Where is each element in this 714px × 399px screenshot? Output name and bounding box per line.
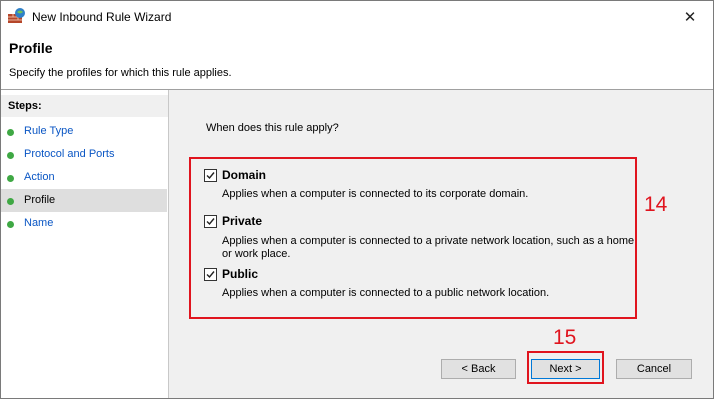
close-icon: ✕ — [683, 8, 697, 26]
cancel-button[interactable]: Cancel — [616, 359, 692, 379]
sidebar-item-profile[interactable]: Profile — [1, 189, 167, 212]
private-checkbox[interactable] — [204, 215, 217, 228]
public-checkbox[interactable] — [204, 268, 217, 281]
sidebar-item-label: Protocol and Ports — [24, 148, 115, 160]
question-label: When does this rule apply? — [206, 122, 339, 134]
option-description: Applies when a computer is connected to … — [222, 235, 635, 260]
domain-checkbox[interactable] — [204, 169, 217, 182]
sidebar-item-name[interactable]: Name — [1, 212, 167, 235]
page-title: Profile — [9, 40, 53, 56]
sidebar-item-label: Profile — [24, 194, 56, 206]
close-button[interactable]: ✕ — [667, 1, 713, 32]
main-content: When does this rule apply? Domain Applie… — [169, 90, 713, 398]
step-current-icon — [7, 198, 14, 205]
step-pending-icon — [7, 221, 14, 228]
step-complete-icon — [7, 175, 14, 182]
wizard-window: New Inbound Rule Wizard ✕ Profile Specif… — [0, 0, 714, 399]
option-title[interactable]: Private — [222, 214, 262, 228]
title-bar: New Inbound Rule Wizard ✕ — [1, 1, 713, 32]
back-button[interactable]: < Back — [441, 359, 516, 379]
annotation-step-15: 15 — [553, 326, 577, 349]
firewall-app-icon — [8, 8, 26, 24]
sidebar-item-label: Rule Type — [24, 125, 74, 137]
sidebar-item-action[interactable]: Action — [1, 166, 167, 189]
sidebar-item-rule-type[interactable]: Rule Type — [1, 120, 167, 143]
annotation-step-14: 14 — [644, 193, 668, 216]
step-complete-icon — [7, 129, 14, 136]
sidebar-item-protocol-and-ports[interactable]: Protocol and Ports — [1, 143, 167, 166]
option-description: Applies when a computer is connected to … — [222, 287, 550, 299]
next-button[interactable]: Next > — [531, 359, 600, 379]
steps-heading-bar: Steps: — [1, 95, 168, 117]
steps-heading: Steps: — [8, 100, 42, 112]
sidebar-item-label: Action — [24, 171, 55, 183]
checkmark-icon — [206, 218, 215, 226]
steps-sidebar: Steps: Rule Type Protocol and Ports Acti… — [1, 90, 169, 398]
step-complete-icon — [7, 152, 14, 159]
option-title[interactable]: Domain — [222, 168, 266, 182]
window-title: New Inbound Rule Wizard — [32, 10, 172, 24]
checkmark-icon — [206, 172, 215, 180]
option-title[interactable]: Public — [222, 267, 258, 281]
page-subtitle: Specify the profiles for which this rule… — [9, 67, 232, 79]
checkmark-icon — [206, 271, 215, 279]
sidebar-item-label: Name — [24, 217, 54, 229]
wizard-header: Profile Specify the profiles for which t… — [1, 32, 713, 89]
option-description: Applies when a computer is connected to … — [222, 188, 529, 200]
